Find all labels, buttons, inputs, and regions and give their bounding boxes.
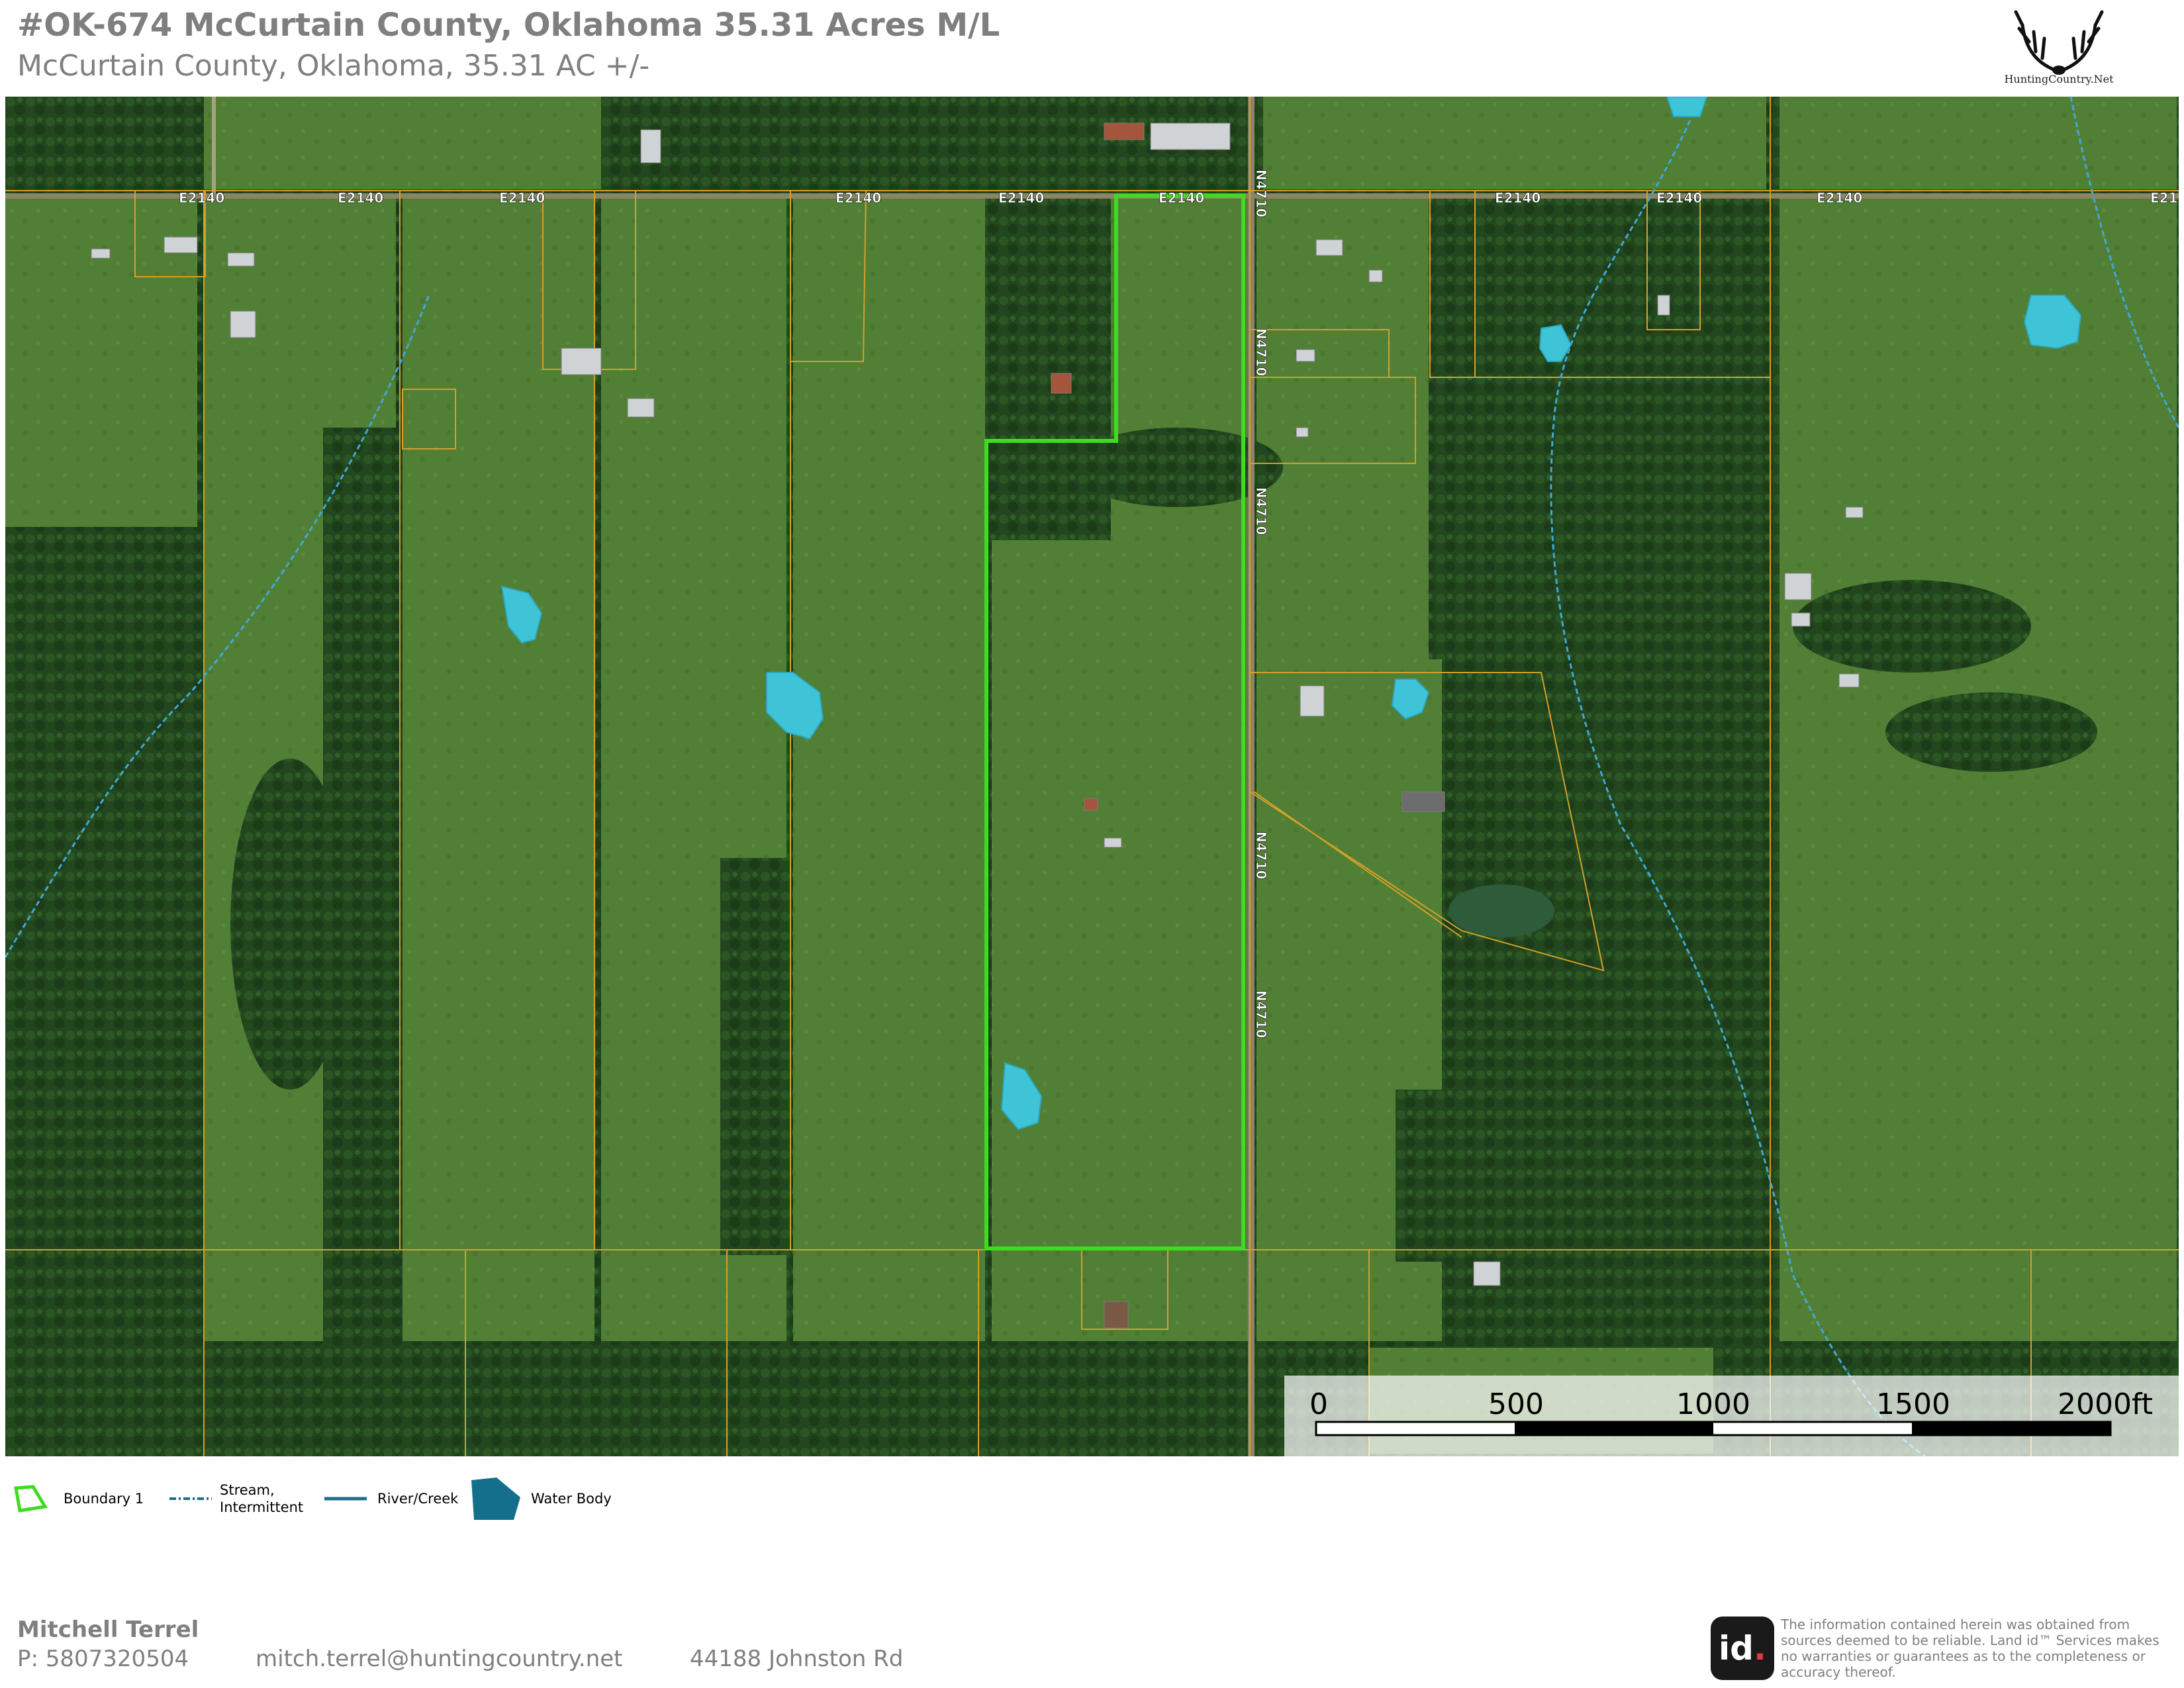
road-label-n4710-3: N4710: [1253, 487, 1269, 535]
scale-label-1000: 1000: [1676, 1387, 1750, 1421]
legend-river: River/Creek: [324, 1472, 458, 1525]
page-title: #OK-674 McCurtain County, Oklahoma 35.31…: [17, 7, 1000, 44]
logo-text: HuntingCountry.Net: [2004, 73, 2114, 85]
agent-phone[interactable]: P: 5807320504: [17, 1646, 189, 1672]
scale-bar: 0 500 1000 1500 2000ft: [1284, 1376, 2179, 1456]
road-label-e2140-10: E2140: [2150, 190, 2179, 206]
map-legend: Boundary 1 Stream, Intermittent River/Cr…: [13, 1472, 675, 1525]
legend-water-body-label: Water Body: [531, 1491, 612, 1507]
legend-stream-label: Stream, Intermittent: [220, 1481, 303, 1516]
road-label-e2140-8: E2140: [1656, 190, 1702, 206]
scale-label-0: 0: [1309, 1387, 1328, 1421]
legend-stream: Stream, Intermittent: [169, 1472, 303, 1525]
road-label-n4710-2: N4710: [1253, 328, 1269, 376]
scale-label-2000ft: 2000ft: [2058, 1387, 2153, 1421]
scale-label-500: 500: [1488, 1387, 1544, 1421]
land-id-logo: id.: [1711, 1617, 1774, 1680]
boundary-polygon-icon: [14, 1485, 48, 1513]
road-label-n4710-5: N4710: [1253, 990, 1269, 1038]
road-label-e2140-6: E2140: [1159, 190, 1204, 206]
road-label-e2140-7: E2140: [1495, 190, 1541, 206]
agent-name: Mitchell Terrel: [17, 1617, 199, 1643]
stream-dashed-line-icon: [169, 1497, 212, 1500]
agent-address: 44188 Johnston Rd: [690, 1646, 904, 1672]
page-subtitle: McCurtain County, Oklahoma, 35.31 AC +/-: [17, 49, 650, 83]
road-label-e2140-4: E2140: [835, 190, 881, 206]
dark-pond: [1448, 884, 1554, 937]
aerial-map[interactable]: E2140 E2140 E2140 E2140 E2140 E2140 E214…: [5, 97, 2179, 1456]
legend-stream-label-line2: Intermittent: [220, 1499, 304, 1515]
legend-water-body: Water Body: [470, 1472, 612, 1525]
road-label-e2140-1: E2140: [179, 190, 224, 206]
disclaimer-text: The information contained herein was obt…: [1781, 1617, 2160, 1680]
agent-email[interactable]: mitch.terrel@huntingcountry.net: [256, 1646, 623, 1672]
road-label-e2140-3: E2140: [499, 190, 545, 206]
river-line-icon: [324, 1497, 367, 1501]
legend-boundary-label: Boundary 1: [64, 1491, 144, 1507]
legend-river-label: River/Creek: [377, 1491, 459, 1507]
legend-boundary: Boundary 1: [13, 1472, 144, 1525]
road-label-e2140-2: E2140: [338, 190, 383, 206]
pond-top: [1666, 97, 1708, 117]
legend-stream-label-line1: Stream,: [220, 1482, 275, 1498]
road-label-n4710-4: N4710: [1253, 831, 1269, 879]
scale-label-1500: 1500: [1876, 1387, 1950, 1421]
road-label-e2140-5: E2140: [998, 190, 1044, 206]
water-body-icon: [471, 1477, 520, 1520]
road-label-e2140-9: E2140: [1817, 190, 1862, 206]
road-label-n4710-1: N4710: [1253, 169, 1269, 217]
